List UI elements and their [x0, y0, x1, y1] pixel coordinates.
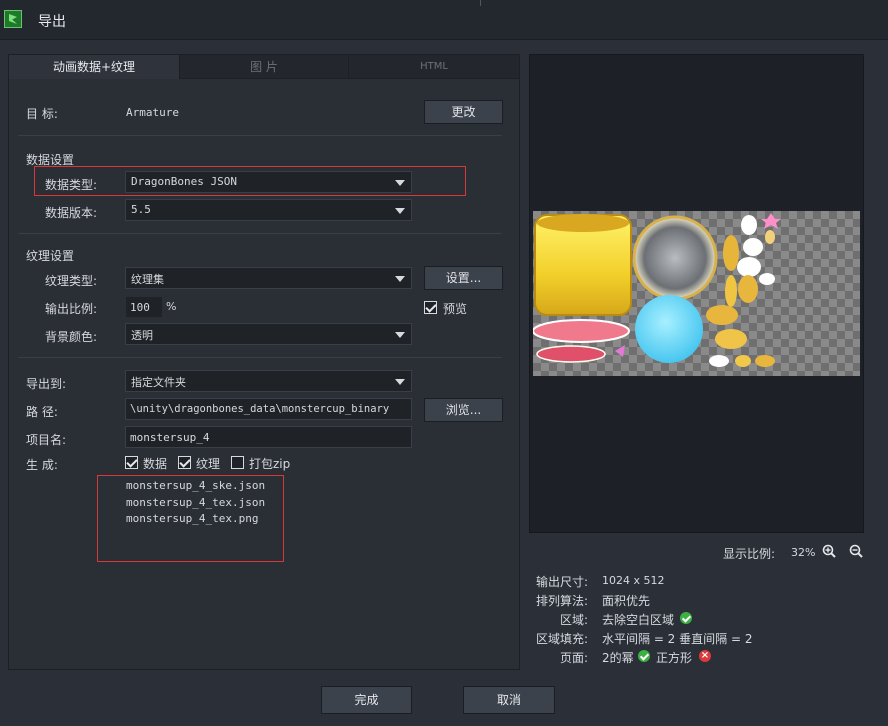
tab-html[interactable]: HTML	[348, 55, 519, 79]
path-value: \unity\dragonbones_data\monstercup_binar…	[130, 403, 390, 415]
project-name-label: 项目名:	[26, 433, 67, 447]
export-to-label: 导出到:	[26, 377, 67, 391]
export-to-value: 指定文件夹	[131, 376, 186, 389]
data-type-value: DragonBones JSON	[131, 175, 237, 188]
output-scale-input[interactable]: 100	[125, 296, 163, 318]
texture-settings-button[interactable]: 设置...	[424, 266, 503, 290]
region-label: 区域:	[559, 613, 588, 627]
data-version-label: 数据版本:	[45, 206, 98, 220]
app-icon	[4, 10, 22, 28]
output-file-item: monstersup_4_tex.png	[126, 512, 259, 525]
check-circle-icon	[638, 650, 650, 662]
browse-button[interactable]: 浏览...	[424, 398, 503, 422]
texture-type-label: 纹理类型:	[45, 274, 98, 288]
texture-atlas-image	[533, 211, 860, 376]
output-scale-label: 输出比例:	[45, 302, 98, 316]
generate-zip-label: 打包zip	[249, 457, 291, 471]
generate-data-label: 数据	[143, 457, 168, 471]
page-label: 页面:	[559, 651, 588, 665]
divider	[480, 0, 481, 6]
output-file-item: monstersup_4_tex.json	[126, 495, 266, 509]
texture-settings-heading: 纹理设置	[26, 249, 75, 263]
output-scale-value: 100	[130, 301, 150, 314]
texture-type-select[interactable]: 纹理集	[125, 267, 412, 289]
finish-button[interactable]: 完成	[321, 686, 412, 714]
output-size-label: 输出尺寸:	[535, 575, 588, 589]
layout-algorithm-value: 面积优先	[602, 594, 651, 608]
tab-animation-data[interactable]: 动画数据+纹理	[9, 55, 179, 79]
bg-color-select[interactable]: 透明	[125, 323, 412, 345]
error-circle-icon: ×	[699, 650, 711, 662]
title-bar	[0, 0, 888, 40]
target-label: 目 标:	[26, 107, 58, 121]
region-fill-label: 区域填充:	[535, 632, 588, 646]
change-button[interactable]: 更改	[424, 100, 503, 124]
percent-unit: %	[166, 300, 177, 313]
bg-color-value: 透明	[131, 329, 153, 342]
chevron-down-icon	[395, 208, 405, 214]
data-version-select[interactable]: 5.5	[125, 199, 412, 221]
zoom-value: 32%	[791, 546, 816, 559]
tab-bar: 动画数据+纹理 图 片 HTML	[9, 55, 519, 79]
divider	[18, 135, 502, 136]
region-value: 去除空白区域	[602, 613, 675, 627]
bg-color-label: 背景颜色:	[45, 330, 98, 344]
divider	[18, 233, 502, 234]
chevron-down-icon	[395, 276, 405, 282]
chevron-down-icon	[395, 332, 405, 338]
output-file-item: monstersup_4_ske.json	[126, 479, 266, 492]
project-name-input[interactable]: monstersup_4	[125, 426, 412, 448]
data-type-select[interactable]: DragonBones JSON	[125, 171, 412, 193]
generate-zip-checkbox[interactable]	[231, 456, 244, 469]
zoom-in-icon[interactable]	[822, 544, 836, 558]
check-circle-icon	[680, 612, 692, 624]
chevron-down-icon	[395, 379, 405, 385]
divider	[18, 357, 502, 358]
generate-label: 生 成:	[26, 458, 58, 472]
export-to-select[interactable]: 指定文件夹	[125, 370, 412, 392]
region-fill-value: 水平间隔 = 2 垂直间隔 = 2	[602, 632, 753, 646]
settings-panel	[8, 54, 520, 670]
path-input[interactable]: \unity\dragonbones_data\monstercup_binar…	[125, 398, 412, 420]
zoom-label: 显示比例:	[723, 547, 776, 561]
square-value: 正方形	[656, 651, 693, 665]
data-version-value: 5.5	[131, 203, 151, 216]
output-file-list: monstersup_4_ske.json monstersup_4_tex.j…	[126, 478, 265, 528]
texture-type-value: 纹理集	[131, 273, 164, 286]
window-title: 导出	[38, 14, 66, 30]
power-of-two-value: 2的幂	[602, 651, 634, 665]
target-value: Armature	[126, 106, 179, 119]
data-type-label: 数据类型:	[45, 178, 98, 192]
cancel-button[interactable]: 取消	[463, 686, 555, 714]
output-size-value: 1024 x 512	[602, 574, 665, 587]
preview-checkbox[interactable]	[424, 301, 437, 314]
preview-label: 预览	[443, 302, 468, 316]
generate-data-checkbox[interactable]	[125, 456, 138, 469]
layout-algorithm-label: 排列算法:	[535, 594, 588, 608]
path-label: 路 径:	[26, 405, 58, 419]
zoom-out-icon[interactable]	[849, 544, 863, 558]
tab-image[interactable]: 图 片	[179, 55, 348, 79]
generate-texture-label: 纹理	[196, 457, 221, 471]
generate-texture-checkbox[interactable]	[178, 456, 191, 469]
project-name-value: monstersup_4	[130, 431, 210, 444]
chevron-down-icon	[395, 180, 405, 186]
